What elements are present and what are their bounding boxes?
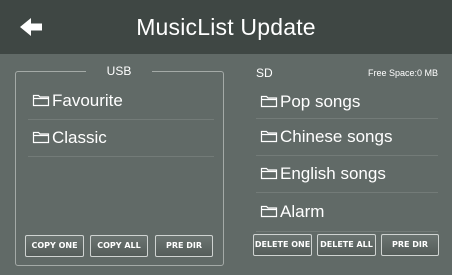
usb-panel-title: USB xyxy=(86,63,152,79)
sd-folder-item-alarm[interactable]: Alarm xyxy=(260,194,442,230)
sd-folder-label: English songs xyxy=(280,164,386,183)
copy-all-button[interactable]: COPY ALL xyxy=(90,235,148,257)
delete-one-button[interactable]: DELETE ONE xyxy=(253,234,312,256)
free-space-label: Free Space:0 MB xyxy=(367,68,438,78)
header-bar: MusicList Update xyxy=(0,0,452,54)
sd-panel: SD Free Space:0 MB Pop songs Chinese son… xyxy=(246,66,442,266)
usb-folder-item-favourite[interactable]: Favourite xyxy=(32,83,223,119)
back-button[interactable] xyxy=(18,13,52,41)
arrow-left-icon xyxy=(20,18,42,36)
music-list-update-screen: MusicList Update USB Favourite Classic C… xyxy=(0,0,452,275)
usb-folder-label: Classic xyxy=(52,128,107,147)
pre-dir-button[interactable]: PRE DIR xyxy=(381,234,439,256)
usb-folder-item-classic[interactable]: Classic xyxy=(32,120,223,156)
folder-icon xyxy=(32,94,50,106)
sd-folder-label: Pop songs xyxy=(280,92,361,111)
folder-icon xyxy=(32,131,50,143)
sd-panel-title: SD xyxy=(256,66,273,80)
sd-folder-label: Alarm xyxy=(280,202,325,221)
sd-folder-label: Chinese songs xyxy=(280,127,393,146)
copy-one-button[interactable]: COPY ONE xyxy=(25,235,84,257)
divider xyxy=(28,156,214,157)
divider xyxy=(256,231,438,232)
sd-folder-item-pop-songs[interactable]: Pop songs xyxy=(260,84,442,120)
page-title: MusicList Update xyxy=(136,14,316,40)
folder-icon xyxy=(260,95,278,107)
sd-folder-item-chinese-songs[interactable]: Chinese songs xyxy=(260,119,442,155)
folder-icon xyxy=(260,130,278,142)
folder-icon xyxy=(260,167,278,179)
delete-all-button[interactable]: DELETE ALL xyxy=(317,234,376,256)
usb-panel: USB Favourite Classic COPY ONE COPY ALL … xyxy=(15,63,224,266)
folder-icon xyxy=(260,205,278,217)
sd-folder-item-english-songs[interactable]: English songs xyxy=(260,156,442,192)
usb-folder-label: Favourite xyxy=(52,91,123,110)
pre-dir-button[interactable]: PRE DIR xyxy=(155,235,213,257)
divider xyxy=(256,192,438,193)
